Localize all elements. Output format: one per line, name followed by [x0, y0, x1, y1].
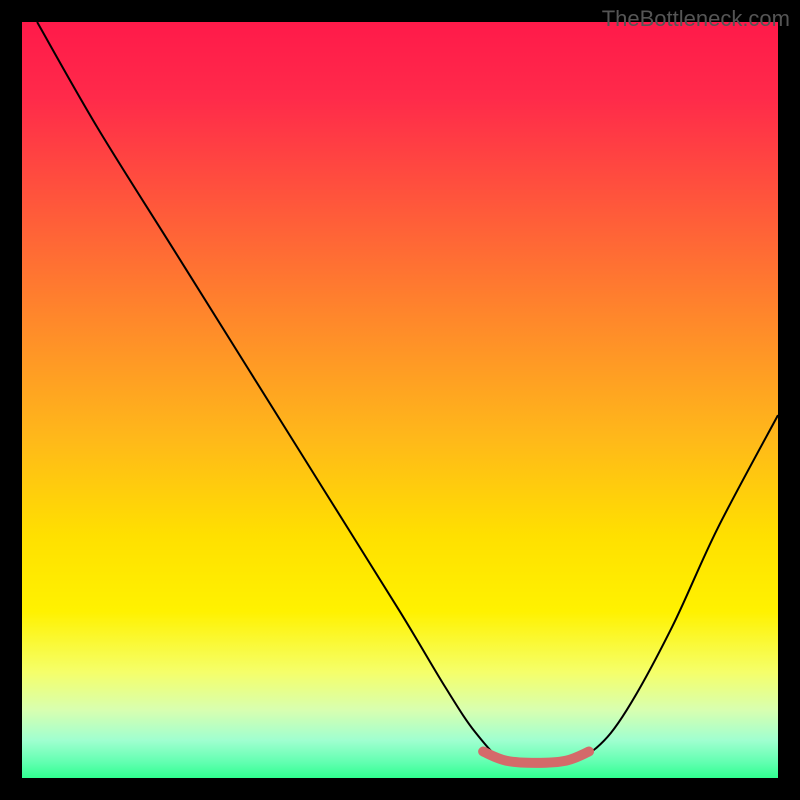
chart-curve-layer [22, 22, 778, 778]
bottleneck-curve [37, 22, 778, 765]
watermark-text: TheBottleneck.com [602, 6, 790, 32]
chart-region [22, 22, 778, 778]
optimal-range-marker [483, 752, 589, 763]
